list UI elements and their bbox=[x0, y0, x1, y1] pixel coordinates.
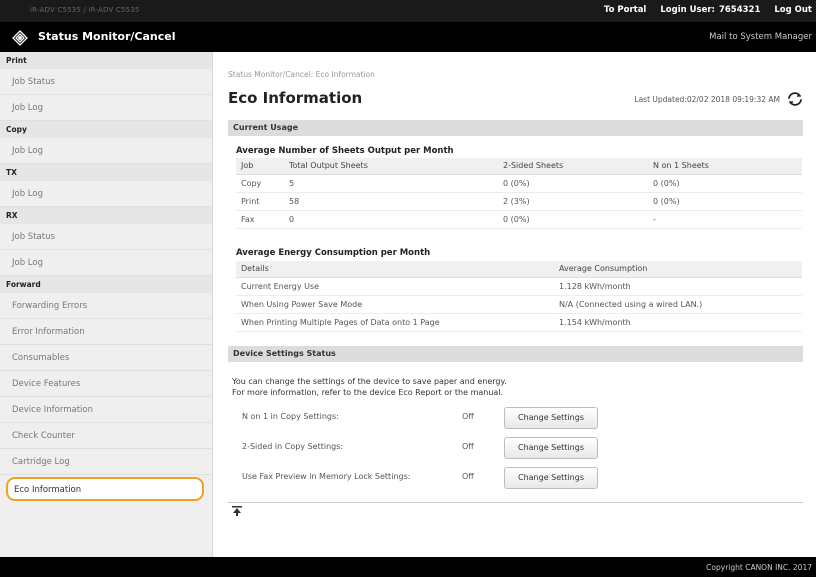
table-cell: Copy bbox=[236, 174, 284, 193]
description-line: For more information, refer to the devic… bbox=[232, 388, 504, 397]
settings-description: You can change the settings of the devic… bbox=[232, 376, 507, 398]
sidebar-item-rx-job-log[interactable]: Job Log bbox=[0, 250, 212, 276]
table-cell: 2 (3%) bbox=[498, 192, 648, 211]
col-job: Job bbox=[236, 158, 284, 175]
title-bar: Status Monitor/Cancel Mail to System Man… bbox=[0, 22, 816, 52]
back-to-top-icon[interactable] bbox=[232, 506, 242, 516]
setting-row-n-on-1-copy: N on 1 in Copy Settings: Off Change Sett… bbox=[242, 407, 622, 429]
refresh-icon[interactable] bbox=[786, 90, 804, 108]
sidebar-item-cartridge-log[interactable]: Cartridge Log bbox=[0, 449, 212, 475]
setting-value: Off bbox=[462, 412, 474, 421]
table-cell: 0 (0%) bbox=[498, 174, 648, 193]
setting-row-2-sided-copy: 2-Sided in Copy Settings: Off Change Set… bbox=[242, 437, 622, 459]
table-row: Fax 0 0 (0%) - bbox=[236, 210, 802, 229]
table-row: Current Energy Use 1.128 kWh/month bbox=[236, 277, 802, 296]
sidebar-item-check-counter[interactable]: Check Counter bbox=[0, 423, 212, 449]
main-content: Status Monitor/Cancel: Eco Information E… bbox=[214, 52, 816, 557]
sidebar-item-tx-job-log[interactable]: Job Log bbox=[0, 181, 212, 207]
table-cell: Fax bbox=[236, 210, 284, 229]
change-settings-button-n-on-1-copy[interactable]: Change Settings bbox=[504, 407, 598, 429]
energy-consumption-heading: Average Energy Consumption per Month bbox=[236, 248, 431, 258]
login-user-info: Login User: 7654321 bbox=[660, 5, 760, 15]
setting-label: Use Fax Preview in Memory Lock Settings: bbox=[242, 472, 411, 481]
table-cell: 0 (0%) bbox=[498, 210, 648, 229]
last-updated-text: Last Updated:02/02 2018 09:19:32 AM bbox=[634, 95, 780, 104]
login-user-label: Login User: bbox=[660, 5, 715, 15]
sidebar-category-tx: TX bbox=[0, 164, 212, 181]
sidebar-category-rx: RX bbox=[0, 207, 212, 224]
sidebar: Print Job Status Job Log Copy Job Log TX… bbox=[0, 52, 213, 557]
sidebar-item-device-features[interactable]: Device Features bbox=[0, 371, 212, 397]
sidebar-item-error-information[interactable]: Error Information bbox=[0, 319, 212, 345]
logout-link[interactable]: Log Out bbox=[774, 5, 812, 15]
mail-system-manager-link[interactable]: Mail to System Manager bbox=[709, 32, 812, 42]
energy-consumption-table: Details Average Consumption Current Ener… bbox=[236, 261, 802, 332]
to-portal-link[interactable]: To Portal bbox=[604, 5, 646, 15]
table-cell: 5 bbox=[284, 174, 498, 193]
table-cell: N/A (Connected using a wired LAN.) bbox=[554, 295, 802, 314]
sidebar-item-eco-information[interactable]: Eco Information bbox=[6, 477, 204, 501]
page-app-title: Status Monitor/Cancel bbox=[38, 30, 176, 43]
setting-value: Off bbox=[462, 442, 474, 451]
table-row: Print 58 2 (3%) 0 (0%) bbox=[236, 192, 802, 211]
sidebar-item-consumables[interactable]: Consumables bbox=[0, 345, 212, 371]
col-details: Details bbox=[236, 261, 554, 278]
section-current-usage: Current Usage bbox=[228, 120, 803, 136]
table-cell: Current Energy Use bbox=[236, 277, 554, 296]
description-line: You can change the settings of the devic… bbox=[232, 377, 507, 386]
change-settings-button-fax-preview[interactable]: Change Settings bbox=[504, 467, 598, 489]
footer: Copyright CANON INC. 2017 bbox=[0, 557, 816, 577]
table-cell: 0 (0%) bbox=[648, 192, 802, 211]
top-bar-links: To Portal Login User: 7654321 Log Out bbox=[604, 5, 812, 15]
setting-label: N on 1 in Copy Settings: bbox=[242, 412, 339, 421]
table-row: When Using Power Save Mode N/A (Connecte… bbox=[236, 295, 802, 314]
sidebar-item-print-job-log[interactable]: Job Log bbox=[0, 95, 212, 121]
sidebar-category-copy: Copy bbox=[0, 121, 212, 138]
setting-value: Off bbox=[462, 472, 474, 481]
sheets-output-heading: Average Number of Sheets Output per Mont… bbox=[236, 146, 454, 156]
table-cell: When Using Power Save Mode bbox=[236, 295, 554, 314]
table-cell: 58 bbox=[284, 192, 498, 211]
table-cell: Print bbox=[236, 192, 284, 211]
change-settings-button-2-sided-copy[interactable]: Change Settings bbox=[504, 437, 598, 459]
page-title: Eco Information bbox=[228, 89, 363, 107]
table-cell: 0 bbox=[284, 210, 498, 229]
col-total-output: Total Output Sheets bbox=[284, 158, 498, 175]
table-header-row: Job Total Output Sheets 2-Sided Sheets N… bbox=[236, 158, 802, 175]
login-user-id: 7654321 bbox=[718, 5, 761, 15]
sheets-output-table: Job Total Output Sheets 2-Sided Sheets N… bbox=[236, 158, 802, 229]
top-bar: iR-ADV C5535 / iR-ADV C5535 To Portal Lo… bbox=[0, 0, 816, 22]
sidebar-item-device-information[interactable]: Device Information bbox=[0, 397, 212, 423]
status-monitor-icon bbox=[12, 30, 28, 46]
table-cell: When Printing Multiple Pages of Data ont… bbox=[236, 313, 554, 332]
table-cell: 1.154 kWh/month bbox=[554, 313, 802, 332]
setting-label: 2-Sided in Copy Settings: bbox=[242, 442, 344, 451]
col-average-consumption: Average Consumption bbox=[554, 261, 802, 278]
table-row: When Printing Multiple Pages of Data ont… bbox=[236, 313, 802, 332]
sidebar-item-forwarding-errors[interactable]: Forwarding Errors bbox=[0, 293, 212, 319]
sidebar-item-rx-job-status[interactable]: Job Status bbox=[0, 224, 212, 250]
table-row: Copy 5 0 (0%) 0 (0%) bbox=[236, 174, 802, 193]
device-name: iR-ADV C5535 / iR-ADV C5535 bbox=[30, 6, 140, 14]
sidebar-item-print-job-status[interactable]: Job Status bbox=[0, 69, 212, 95]
sidebar-category-forward: Forward bbox=[0, 276, 212, 293]
col-n-on-1: N on 1 Sheets bbox=[648, 158, 802, 175]
divider bbox=[228, 502, 803, 503]
copyright-text: Copyright CANON INC. 2017 bbox=[706, 563, 812, 572]
section-device-settings-status: Device Settings Status bbox=[228, 346, 803, 362]
table-cell: - bbox=[648, 210, 802, 229]
sidebar-item-copy-job-log[interactable]: Job Log bbox=[0, 138, 212, 164]
breadcrumb: Status Monitor/Cancel: Eco Information bbox=[228, 70, 375, 79]
sidebar-category-print: Print bbox=[0, 52, 212, 69]
col-2-sided: 2-Sided Sheets bbox=[498, 158, 648, 175]
table-cell: 1.128 kWh/month bbox=[554, 277, 802, 296]
table-header-row: Details Average Consumption bbox=[236, 261, 802, 278]
setting-row-fax-preview-memory-lock: Use Fax Preview in Memory Lock Settings:… bbox=[242, 467, 622, 489]
table-cell: 0 (0%) bbox=[648, 174, 802, 193]
